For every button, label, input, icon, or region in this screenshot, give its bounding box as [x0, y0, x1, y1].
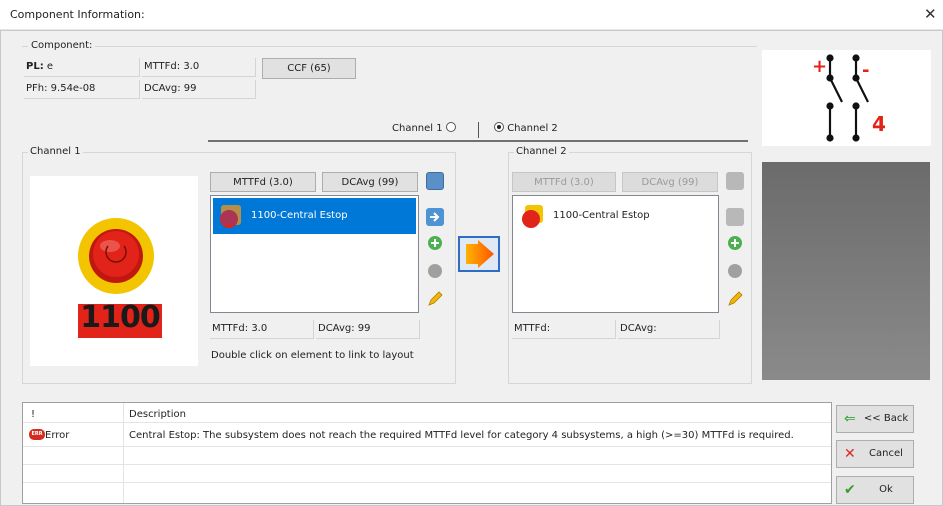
add-icon[interactable] — [726, 234, 744, 252]
messages-table: ! Description ERR Error Central Estop: T… — [22, 402, 832, 504]
window-title: Component Information: — [10, 8, 145, 21]
header-description: Description — [129, 409, 186, 420]
category-schematic: + - 4 — [762, 50, 931, 146]
channel2-dcavg-value: DCAvg: — [618, 320, 720, 339]
calculator-icon[interactable] — [726, 172, 744, 190]
schematic-category-number: 4 — [872, 112, 886, 136]
table-row[interactable]: ERR Error Central Estop: The subsystem d… — [23, 423, 831, 447]
table-row — [23, 483, 831, 503]
pfh-field: PFh: 9.54e-08 — [24, 80, 140, 99]
pl-label: PL: — [26, 61, 44, 72]
estop-preview: 1100 — [30, 176, 198, 366]
channel2-mttfd-button[interactable]: MTTFd (3.0) — [512, 172, 616, 192]
channel-separator — [478, 122, 479, 138]
channel1-dcavg-button[interactable]: DCAvg (99) — [322, 172, 418, 192]
component-dcavg-field: DCAvg: 99 — [142, 80, 256, 99]
component-group-label: Component: — [28, 40, 96, 51]
back-button-label: << Back — [863, 413, 909, 424]
schematic-icon — [826, 54, 869, 142]
table-header-row: ! Description — [23, 403, 831, 423]
cancel-button-label: Cancel — [869, 448, 903, 459]
row-type: Error — [45, 430, 70, 441]
table-row — [23, 447, 831, 465]
table-row — [23, 465, 831, 483]
pl-value: e — [46, 61, 54, 72]
channel1-group-label: Channel 1 — [28, 146, 83, 157]
list-item[interactable]: 1100-Central Estop — [213, 198, 416, 234]
channel2-radio[interactable]: Channel 2 — [494, 122, 558, 134]
row-description: Central Estop: The subsystem does not re… — [129, 430, 794, 441]
link-hint: Double click on element to link to layou… — [211, 350, 414, 361]
pl-field: PL: e — [24, 58, 140, 77]
close-icon[interactable]: ✕ — [924, 5, 937, 23]
back-arrow-icon: ⇐ — [844, 411, 856, 427]
list-item[interactable]: 1100-Central Estop — [515, 198, 716, 234]
ok-button-label: Ok — [879, 484, 893, 495]
edit-pencil-icon[interactable] — [426, 290, 444, 308]
checkmark-icon: ✔ — [844, 482, 856, 498]
channel1-dcavg-value: DCAvg: 99 — [316, 320, 420, 339]
arrow-right-icon — [466, 240, 494, 268]
channel2-dcavg-button[interactable]: DCAvg (99) — [622, 172, 718, 192]
channel1-radio[interactable]: Channel 1 — [392, 122, 456, 134]
channel2-mttfd-value: MTTFd: — [512, 320, 616, 339]
calculator-icon[interactable] — [426, 172, 444, 190]
link-icon[interactable] — [426, 208, 444, 226]
channel2-list[interactable]: 1100-Central Estop — [512, 195, 719, 313]
channel-selector-line — [208, 140, 748, 142]
channel1-radio-label: Channel 1 — [392, 123, 443, 134]
remove-icon[interactable] — [726, 262, 744, 280]
ccf-button[interactable]: CCF (65) — [262, 58, 356, 79]
remove-icon[interactable] — [426, 262, 444, 280]
cancel-button[interactable]: ✕ Cancel — [836, 440, 914, 468]
radio-selected-dot — [497, 125, 501, 129]
title-bar: Component Information: ✕ — [0, 0, 943, 30]
edit-pencil-icon[interactable] — [726, 290, 744, 308]
ok-button[interactable]: ✔ Ok — [836, 476, 914, 504]
channel1-list[interactable]: 1100-Central Estop — [210, 195, 419, 313]
channel2-group-label: Channel 2 — [514, 146, 569, 157]
channel2-radio-label: Channel 2 — [507, 123, 558, 134]
list-item-label: 1100-Central Estop — [251, 210, 348, 221]
schematic-plus: + — [812, 56, 828, 77]
cancel-x-icon: ✕ — [844, 446, 856, 462]
transfer-button[interactable] — [458, 236, 500, 272]
channel2-radio-circle[interactable] — [494, 122, 504, 132]
estop-icon — [78, 218, 162, 338]
list-item-label: 1100-Central Estop — [553, 210, 650, 221]
estop-item-icon — [522, 205, 543, 228]
estop-item-icon — [220, 205, 241, 228]
component-group-line — [22, 46, 757, 47]
link-icon[interactable] — [726, 208, 744, 226]
add-icon[interactable] — [426, 234, 444, 252]
error-icon: ERR — [29, 429, 45, 440]
channel1-mttfd-value: MTTFd: 3.0 — [210, 320, 314, 339]
channel1-radio-circle[interactable] — [445, 122, 456, 132]
estop-number-label: 1100 — [80, 300, 161, 335]
channel2-preview — [762, 162, 930, 380]
schematic-minus: - — [862, 60, 870, 81]
header-type: ! — [31, 409, 36, 420]
channel1-mttfd-button[interactable]: MTTFd (3.0) — [210, 172, 316, 192]
back-button[interactable]: ⇐ << Back — [836, 405, 914, 433]
component-mttfd-field: MTTFd: 3.0 — [142, 58, 256, 77]
